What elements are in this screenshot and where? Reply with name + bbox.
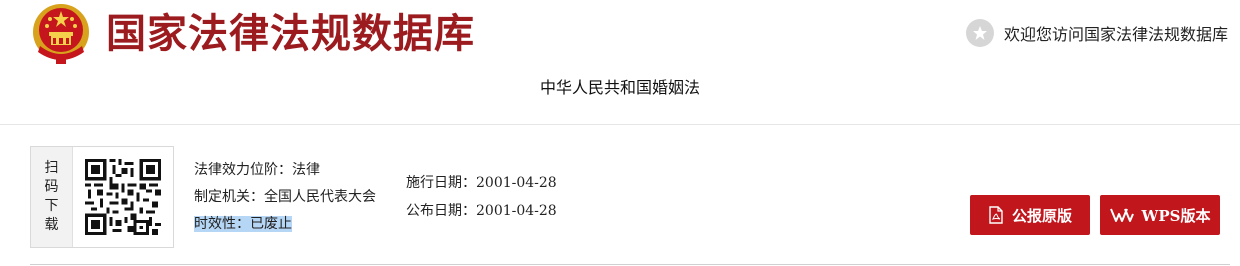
meta-level-value: 法律 bbox=[292, 162, 320, 178]
qr-code-container[interactable] bbox=[73, 147, 173, 247]
scan-download-panel[interactable]: 扫 码 下 载 bbox=[30, 146, 174, 248]
meta-effective-date: 施行日期：2001-04-28 bbox=[406, 173, 557, 193]
meta-effective-label: 施行日期： bbox=[406, 175, 476, 191]
meta-publish-label: 公布日期： bbox=[406, 203, 476, 219]
wps-version-button[interactable]: WPS版本 bbox=[1100, 195, 1220, 235]
scan-label-char: 下 bbox=[44, 198, 59, 214]
meta-effective-value: 2001-04-28 bbox=[476, 175, 557, 191]
pdf-icon bbox=[989, 206, 1003, 224]
wps-icon bbox=[1109, 208, 1134, 222]
wps-version-label: WPS版本 bbox=[1141, 206, 1211, 225]
welcome-message: 欢迎您访问国家法律法规数据库 bbox=[965, 19, 1228, 47]
scan-download-label: 扫 码 下 载 bbox=[31, 147, 73, 247]
meta-level: 法律效力位阶：法律 bbox=[194, 160, 320, 180]
meta-status-label: 时效性： bbox=[194, 216, 250, 232]
meta-status-value: 已废止 bbox=[250, 216, 292, 232]
site-title: 国家法律法规数据库 bbox=[106, 10, 475, 57]
meta-level-label: 法律效力位阶： bbox=[194, 162, 292, 178]
divider bbox=[0, 124, 1240, 125]
site-header: 国家法律法规数据库 欢迎您访问国家法律法规数据库 bbox=[0, 0, 1240, 66]
scan-label-char: 载 bbox=[44, 217, 59, 233]
meta-publish-value: 2001-04-28 bbox=[476, 203, 557, 219]
meta-authority: 制定机关：全国人民代表大会 bbox=[194, 187, 376, 207]
meta-authority-value: 全国人民代表大会 bbox=[264, 189, 376, 205]
meta-publish-date: 公布日期：2001-04-28 bbox=[406, 201, 557, 221]
divider bbox=[30, 264, 1230, 265]
scan-label-char: 扫 bbox=[44, 160, 59, 176]
meta-authority-label: 制定机关： bbox=[194, 189, 264, 205]
welcome-text: 欢迎您访问国家法律法规数据库 bbox=[1003, 25, 1228, 44]
star-icon[interactable] bbox=[965, 19, 994, 47]
qr-code-icon[interactable] bbox=[85, 159, 161, 235]
gazette-original-label: 公报原版 bbox=[1011, 206, 1072, 225]
gazette-original-button[interactable]: 公报原版 bbox=[970, 195, 1090, 235]
scan-label-char: 码 bbox=[44, 179, 59, 195]
national-emblem-logo bbox=[30, 2, 92, 66]
law-title: 中华人民共和国婚姻法 bbox=[539, 78, 700, 97]
meta-status: 时效性：已废止 bbox=[194, 214, 292, 234]
